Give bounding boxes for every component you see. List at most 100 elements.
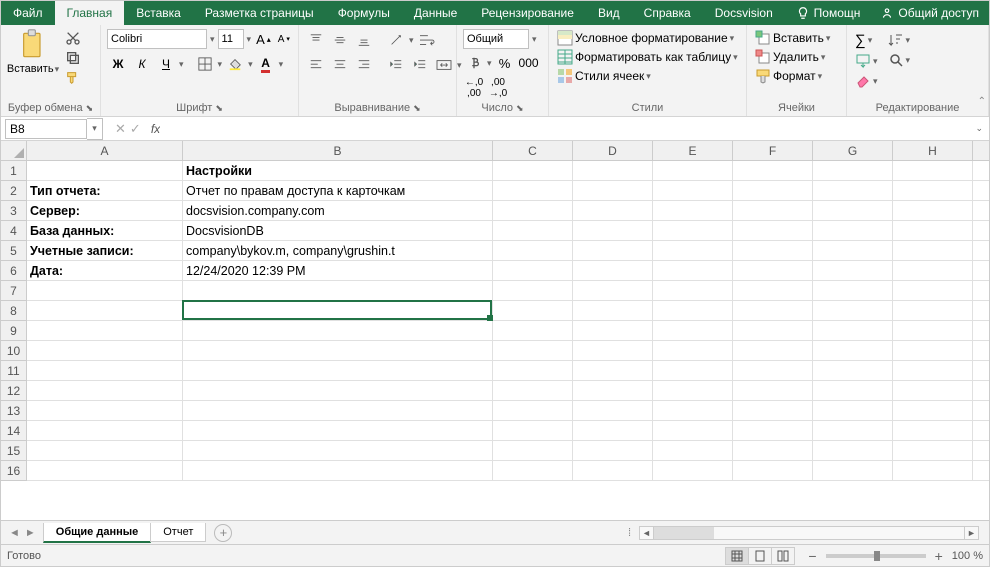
row-header-5[interactable]: 5	[1, 241, 27, 261]
cell-F12[interactable]	[733, 381, 813, 401]
cell-F2[interactable]	[733, 181, 813, 201]
number-format-combo[interactable]	[463, 29, 529, 49]
row-header-6[interactable]: 6	[1, 261, 27, 281]
cell-I3[interactable]	[973, 201, 989, 221]
cell-D9[interactable]	[573, 321, 653, 341]
cell-C9[interactable]	[493, 321, 573, 341]
font-name-combo[interactable]	[107, 29, 207, 49]
row-header-9[interactable]: 9	[1, 321, 27, 341]
tab-review[interactable]: Рецензирование	[469, 1, 586, 25]
column-header-G[interactable]: G	[813, 141, 893, 161]
cell-A2[interactable]: Тип отчета:	[27, 181, 183, 201]
cell-B10[interactable]	[183, 341, 493, 361]
cell-D10[interactable]	[573, 341, 653, 361]
zoom-level[interactable]: 100 %	[952, 550, 983, 562]
cell-G12[interactable]	[813, 381, 893, 401]
tab-file[interactable]: Файл	[1, 1, 55, 25]
cell-A1[interactable]	[27, 161, 183, 181]
border-button[interactable]	[194, 53, 216, 75]
share-button[interactable]: Общий доступ	[870, 1, 989, 25]
paste-button[interactable]: Вставить▾	[7, 63, 59, 75]
cell-B14[interactable]	[183, 421, 493, 441]
row-header-10[interactable]: 10	[1, 341, 27, 361]
column-header-H[interactable]: H	[893, 141, 973, 161]
format-painter-button[interactable]	[63, 69, 83, 87]
align-top-button[interactable]	[305, 29, 327, 51]
cell-G4[interactable]	[813, 221, 893, 241]
cell-F1[interactable]	[733, 161, 813, 181]
sheet-tab-general[interactable]: Общие данные	[43, 523, 151, 543]
number-launcher[interactable]: ⬊	[516, 103, 524, 114]
cell-B1[interactable]: Настройки	[183, 161, 493, 181]
cell-D14[interactable]	[573, 421, 653, 441]
tab-home[interactable]: Главная	[55, 1, 125, 25]
row-header-2[interactable]: 2	[1, 181, 27, 201]
scroll-right-button[interactable]: ►	[964, 527, 978, 539]
cell-A7[interactable]	[27, 281, 183, 301]
cells-format-button[interactable]: Формат▾	[753, 67, 832, 85]
accounting-button[interactable]	[463, 52, 485, 74]
row-header-4[interactable]: 4	[1, 221, 27, 241]
cell-I7[interactable]	[973, 281, 989, 301]
cell-A3[interactable]: Сервер:	[27, 201, 183, 221]
collapse-ribbon-button[interactable]: ⌃	[978, 96, 986, 107]
cell-C5[interactable]	[493, 241, 573, 261]
row-header-1[interactable]: 1	[1, 161, 27, 181]
name-box[interactable]	[5, 119, 87, 139]
cell-D15[interactable]	[573, 441, 653, 461]
cell-D6[interactable]	[573, 261, 653, 281]
cell-A11[interactable]	[27, 361, 183, 381]
font-size-combo[interactable]	[218, 29, 244, 49]
cell-G1[interactable]	[813, 161, 893, 181]
sheet-nav-prev[interactable]: ◄	[7, 527, 22, 539]
row-header-16[interactable]: 16	[1, 461, 27, 481]
cell-A9[interactable]	[27, 321, 183, 341]
comma-button[interactable]: 000	[518, 52, 540, 74]
cell-C4[interactable]	[493, 221, 573, 241]
column-header-A[interactable]: A	[27, 141, 183, 161]
view-page-layout-button[interactable]	[748, 547, 772, 565]
cell-B12[interactable]	[183, 381, 493, 401]
cell-G10[interactable]	[813, 341, 893, 361]
cell-H7[interactable]	[893, 281, 973, 301]
cell-D2[interactable]	[573, 181, 653, 201]
cell-styles-button[interactable]: Стили ячеек▾	[555, 67, 740, 85]
cell-I5[interactable]	[973, 241, 989, 261]
cell-A12[interactable]	[27, 381, 183, 401]
cell-E8[interactable]	[653, 301, 733, 321]
zoom-slider[interactable]	[826, 554, 926, 558]
column-header-F[interactable]: F	[733, 141, 813, 161]
cell-D16[interactable]	[573, 461, 653, 481]
tab-formulas[interactable]: Формулы	[326, 1, 402, 25]
cell-E2[interactable]	[653, 181, 733, 201]
autosum-button[interactable]: ∑▾	[853, 31, 880, 50]
cell-E12[interactable]	[653, 381, 733, 401]
cell-H14[interactable]	[893, 421, 973, 441]
row-header-12[interactable]: 12	[1, 381, 27, 401]
cell-I6[interactable]	[973, 261, 989, 281]
horizontal-scrollbar[interactable]: ◄ ►	[639, 526, 979, 540]
column-header-C[interactable]: C	[493, 141, 573, 161]
format-as-table-button[interactable]: Форматировать как таблицу▾	[555, 48, 740, 66]
cell-B3[interactable]: docsvision.company.com	[183, 201, 493, 221]
merge-button[interactable]	[433, 54, 455, 76]
cell-E13[interactable]	[653, 401, 733, 421]
cell-G16[interactable]	[813, 461, 893, 481]
cell-F10[interactable]	[733, 341, 813, 361]
cell-I15[interactable]	[973, 441, 989, 461]
conditional-formatting-button[interactable]: Условное форматирование▾	[555, 29, 740, 47]
cell-C10[interactable]	[493, 341, 573, 361]
acct-dd[interactable]: ▾	[487, 58, 492, 69]
cell-A6[interactable]: Дата:	[27, 261, 183, 281]
cell-F6[interactable]	[733, 261, 813, 281]
cell-A13[interactable]	[27, 401, 183, 421]
cells-delete-button[interactable]: Удалить▾	[753, 48, 832, 66]
cell-F11[interactable]	[733, 361, 813, 381]
cells-insert-button[interactable]: Вставить▾	[753, 29, 832, 47]
column-header-D[interactable]: D	[573, 141, 653, 161]
view-normal-button[interactable]	[725, 547, 749, 565]
find-select-button[interactable]: ▾	[886, 51, 913, 69]
cell-A10[interactable]	[27, 341, 183, 361]
row-header-15[interactable]: 15	[1, 441, 27, 461]
cell-C7[interactable]	[493, 281, 573, 301]
